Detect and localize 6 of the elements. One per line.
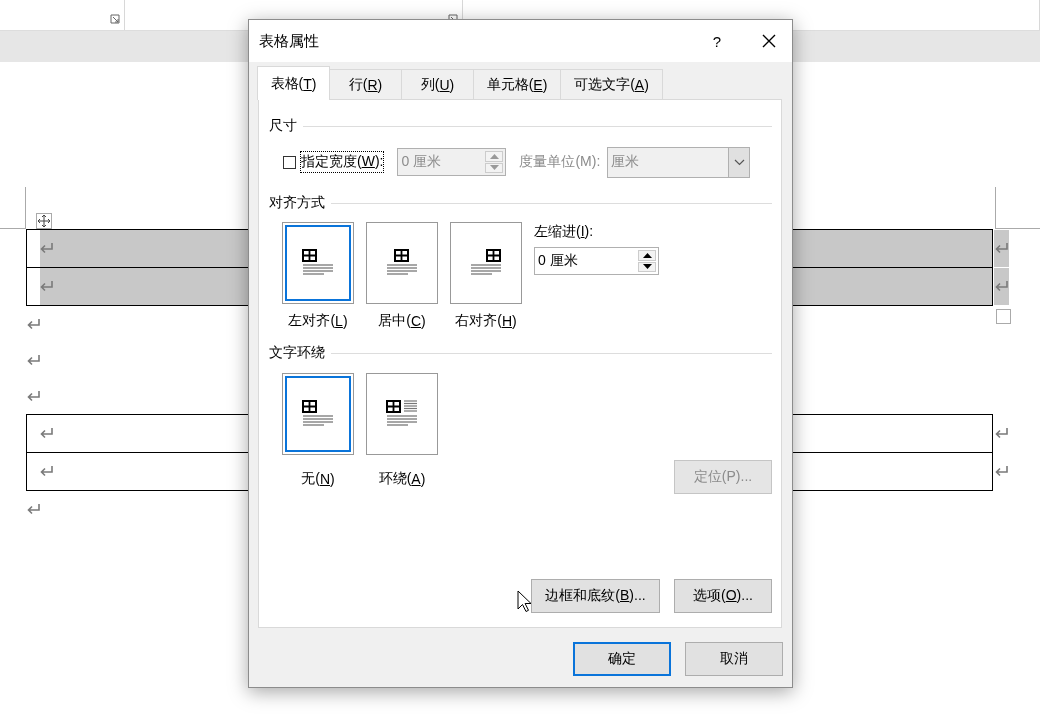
section-heading: 文字环绕 bbox=[269, 344, 325, 362]
section-heading: 尺寸 bbox=[269, 117, 297, 135]
dialog-title: 表格属性 bbox=[259, 31, 320, 51]
field-label: 左缩进(I): bbox=[534, 223, 595, 241]
section-heading: 对齐方式 bbox=[269, 194, 325, 212]
field-label: 度量单位(M): bbox=[519, 153, 601, 171]
